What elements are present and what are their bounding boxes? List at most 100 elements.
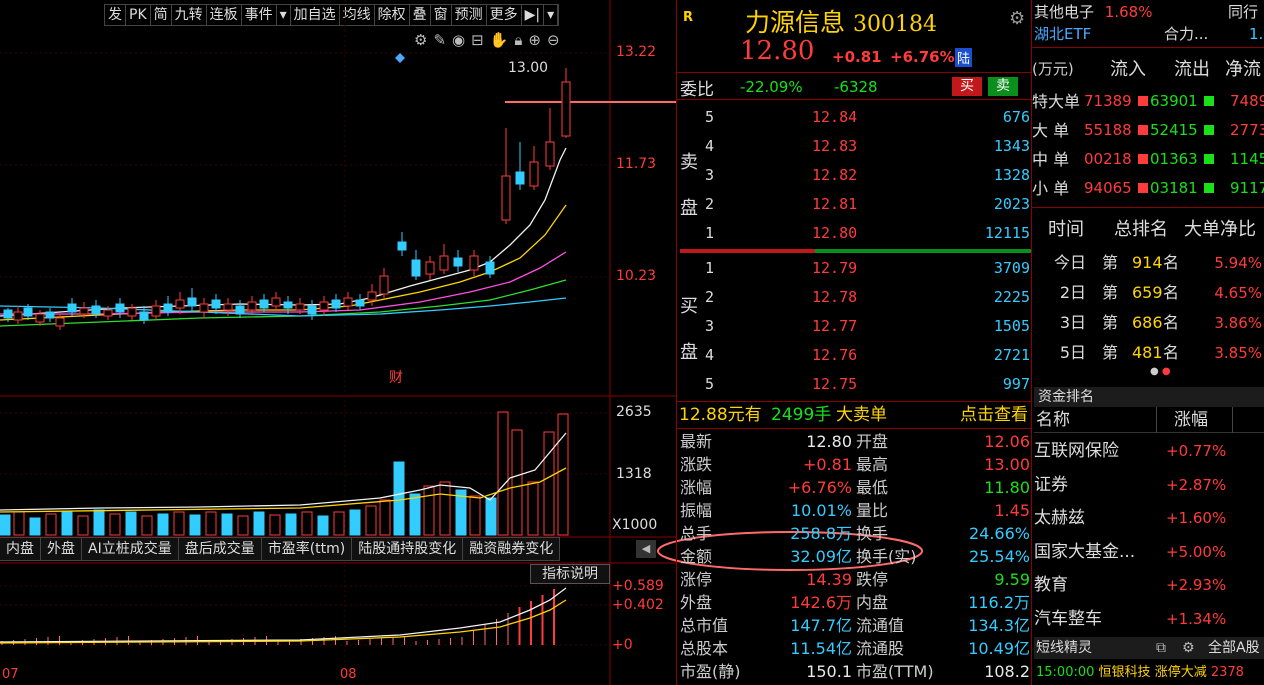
sector-rank-row[interactable]: 互联网保险 +0.77% — [1034, 434, 1264, 468]
candle — [247, 301, 257, 311]
volume-bar — [485, 497, 497, 536]
settings-gear-icon[interactable]: ⚙ — [1009, 8, 1025, 29]
candle — [67, 303, 77, 313]
all-a-shares-button[interactable]: 全部A股 — [1208, 637, 1260, 659]
asks-volume: 12115 — [984, 224, 1030, 242]
asks-price: 12.81 — [812, 195, 858, 213]
volume-bar — [269, 514, 281, 536]
asks-row[interactable]: 3 12.82 1328 — [680, 161, 1030, 190]
finance-marker[interactable]: 财 — [389, 367, 403, 387]
stat-key: 流通值 — [856, 616, 905, 635]
bids-volume: 2225 — [993, 288, 1030, 306]
stat-key: 总手 — [680, 524, 713, 543]
ranking-header: 时间 总排名 大单净比 — [1044, 215, 1264, 245]
asks-row[interactable]: 4 12.83 1343 — [680, 132, 1030, 161]
candle — [283, 301, 293, 309]
fund-flow-row: 中 单 00218 01363 1145 — [1032, 145, 1264, 174]
candle — [187, 297, 197, 307]
tab-neipan[interactable]: 内盘 — [0, 538, 41, 560]
bids-price: 12.78 — [812, 288, 858, 306]
big-order-volume: 2499手 — [771, 405, 832, 425]
big-order-text: 12.88元有 — [679, 405, 762, 425]
bids-row[interactable]: 1 12.79 3709 — [680, 254, 1030, 283]
panel-divider — [1032, 47, 1264, 48]
tab-waipan[interactable]: 外盘 — [41, 538, 82, 560]
fund-flow-row: 大 单 55188 52415 2773 — [1032, 116, 1264, 145]
candle — [561, 81, 571, 137]
tab-after-hours-volume[interactable]: 盘后成交量 — [179, 538, 262, 560]
bids-volume: 1505 — [993, 317, 1030, 335]
view-detail-link[interactable]: 点击查看 — [960, 402, 1028, 428]
candle — [151, 305, 161, 317]
tab-northbound-holding[interactable]: 陆股通持股变化 — [352, 538, 464, 560]
stat-key: 金额 — [680, 547, 713, 566]
news-time: 15:00:00 — [1036, 665, 1095, 680]
short-line-news[interactable]: 15:00:00 恒银科技 涨停大减 2378 — [1036, 661, 1244, 680]
sector-rank-col: 涨幅 — [1174, 410, 1208, 430]
volume-bar — [13, 511, 25, 536]
bids-row[interactable]: 5 12.75 997 — [680, 370, 1030, 399]
candle — [13, 311, 23, 321]
asks-row[interactable]: 1 12.80 12115 — [680, 219, 1030, 248]
ranking-row: 5日 第 481 名 3.85% — [1044, 338, 1264, 368]
tab-margin-change[interactable]: 融资融券变化 — [463, 538, 561, 560]
news-event: 涨停大减 — [1154, 665, 1207, 680]
news-stock: 恒银科技 — [1098, 665, 1151, 680]
asks-row[interactable]: 2 12.81 2023 — [680, 190, 1030, 219]
candle — [485, 261, 495, 275]
page-dots[interactable]: ● ● — [1150, 366, 1171, 377]
bids-row[interactable]: 3 12.77 1505 — [680, 312, 1030, 341]
price-change: +0.81 — [832, 48, 882, 66]
fund-flow-out: 63901 — [1150, 92, 1198, 110]
tab-scroll-left-button[interactable]: ◀ — [636, 540, 656, 558]
bids-volume: 997 — [1002, 375, 1030, 393]
book-divider — [680, 249, 1031, 253]
buy-button[interactable]: 买 — [952, 77, 982, 96]
candle — [439, 255, 449, 271]
volume-bar — [237, 515, 249, 536]
candle — [259, 299, 269, 309]
sector-name: 其他电子 — [1034, 3, 1095, 21]
fund-flow-out: 52415 — [1150, 121, 1198, 139]
sector-rank-row[interactable]: 教育 +2.93% — [1034, 568, 1264, 602]
sector-rank-row[interactable]: 证券 +2.87% — [1034, 468, 1264, 502]
tab-ai-volume[interactable]: AI立桩成交量 — [82, 538, 179, 560]
stat-key: 涨停 — [680, 570, 713, 589]
sector-right: 同行 — [1228, 3, 1259, 21]
candle — [115, 303, 125, 313]
ranking-col: 大单净比 — [1184, 219, 1256, 240]
sector-row[interactable]: 其他电子 1.68% 同行 — [1034, 2, 1258, 22]
volume-label: 1318 — [616, 466, 652, 482]
indicator-help-button[interactable]: 指标说明 — [530, 564, 610, 584]
fund-flow-out: 01363 — [1150, 150, 1198, 168]
sell-button[interactable]: 卖 — [988, 77, 1018, 96]
asks-row[interactable]: 5 12.84 676 — [680, 103, 1030, 132]
sector2-right2: 1. — [1249, 25, 1264, 43]
stat-row: 总手 258.8万 换手 24.66% — [680, 522, 1030, 545]
stat-row: 涨停 14.39 跌停 9.59 — [680, 568, 1030, 591]
tab-pe-ttm[interactable]: 市盈率(ttm) — [262, 538, 353, 560]
sector-rank-change: +1.60% — [1166, 509, 1227, 527]
popout-icon[interactable]: ⧉ — [1156, 637, 1166, 659]
stat-key: 内盘 — [856, 593, 889, 612]
sector-rank-row[interactable]: 国家大基金... +5.00% — [1034, 535, 1264, 569]
sector-rank-row[interactable]: 太赫兹 +1.60% — [1034, 501, 1264, 535]
volume-label: 2635 — [616, 404, 652, 420]
fund-flow-label: 特大单 — [1032, 92, 1081, 111]
sector-rank-name: 国家大基金... — [1034, 541, 1136, 562]
asks-level: 2 — [705, 195, 715, 213]
bids-row[interactable]: 4 12.76 2721 — [680, 341, 1030, 370]
stat-value: 134.3亿 — [968, 616, 1030, 635]
red-square-icon — [1138, 154, 1148, 164]
sector-rank-row[interactable]: 汽车整车 +1.34% — [1034, 602, 1264, 636]
volume-bar — [439, 481, 451, 536]
stat-key: 最高 — [856, 455, 889, 474]
bids-level: 4 — [705, 346, 715, 364]
candle — [295, 303, 305, 311]
bids-row[interactable]: 2 12.78 2225 — [680, 283, 1030, 312]
settings-gear-icon[interactable]: ⚙ — [1182, 637, 1195, 659]
stat-row: 外盘 142.6万 内盘 116.2万 — [680, 591, 1030, 614]
stat-key: 涨跌 — [680, 455, 713, 474]
bids-level: 1 — [705, 259, 715, 277]
sector2-row[interactable]: 湖北ETF 合力... 1. — [1034, 24, 1263, 44]
